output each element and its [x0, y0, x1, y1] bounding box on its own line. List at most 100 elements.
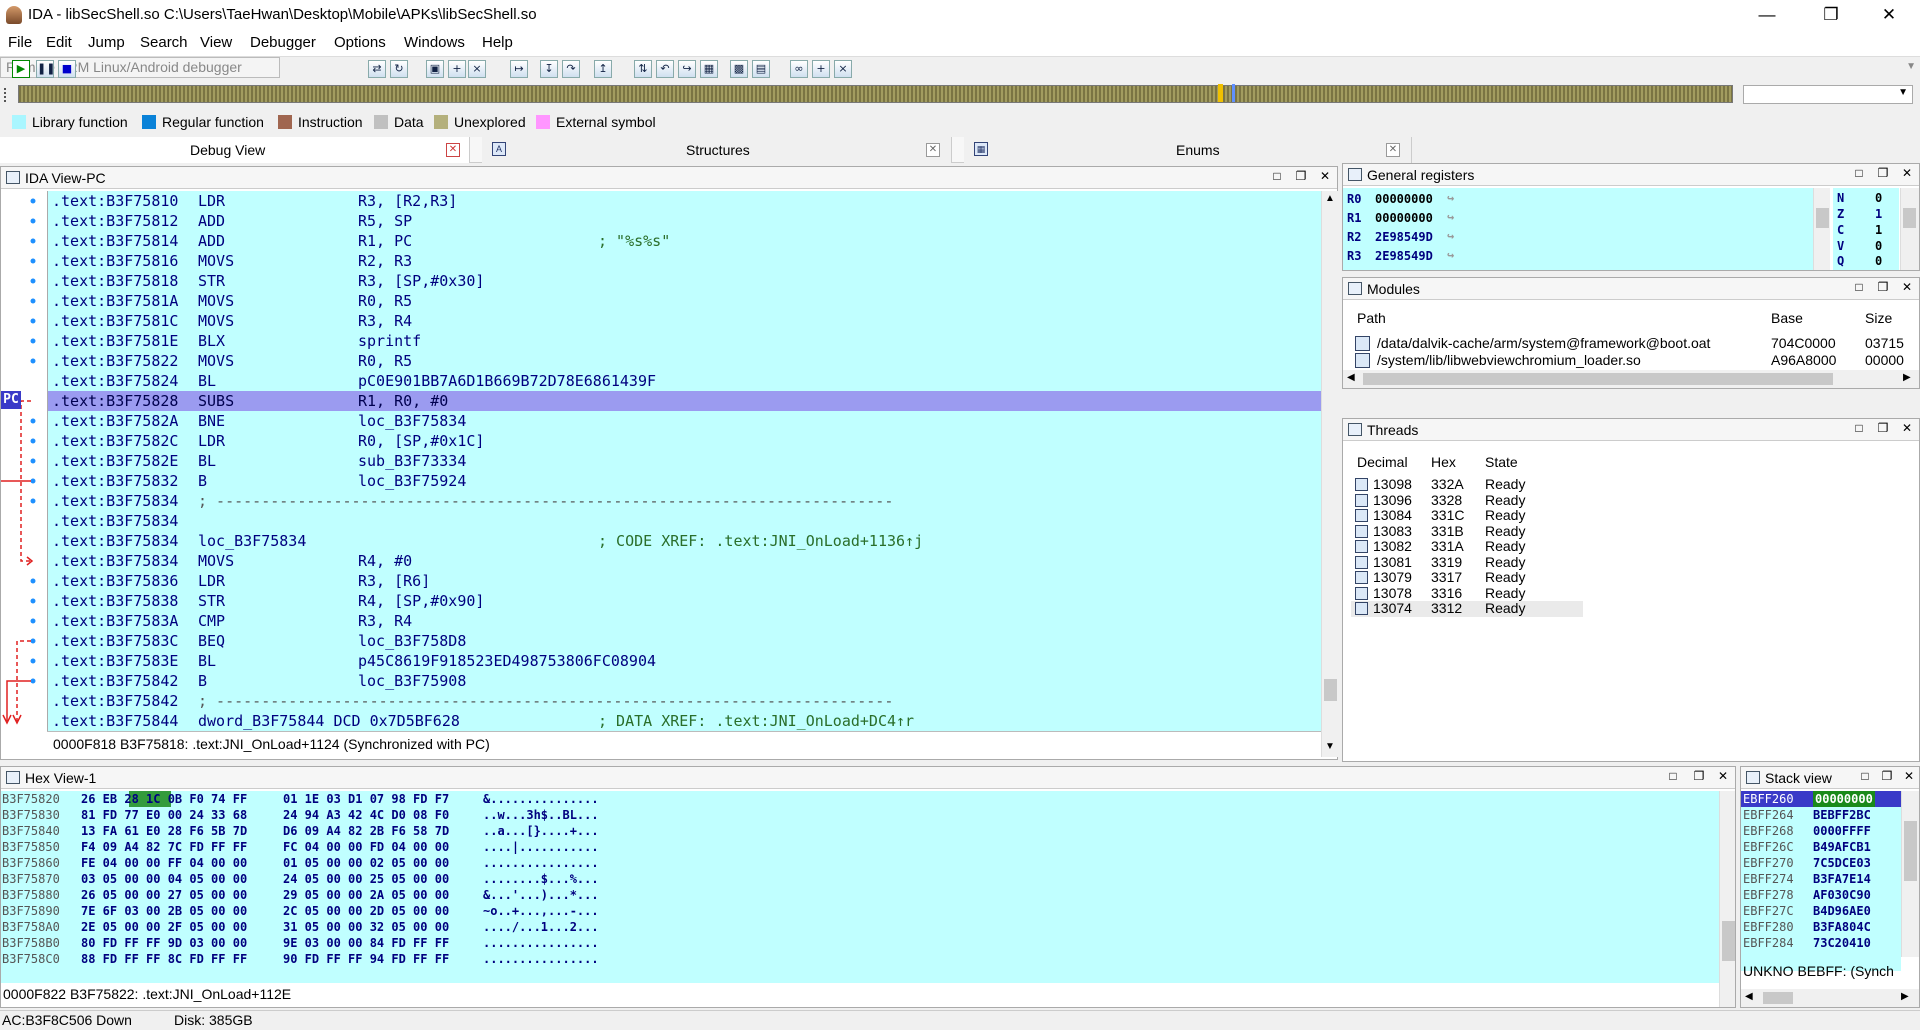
code-line[interactable]: .text:B3F75822 MOVS R0, R5 — [48, 351, 1321, 371]
restore-button[interactable]: ❐ — [1808, 0, 1854, 30]
menu-debugger[interactable]: Debugger — [250, 34, 316, 51]
close-pane-icon[interactable]: ✕ — [1901, 769, 1917, 783]
close-pane-icon[interactable]: ✕ — [1715, 769, 1731, 783]
stack-row[interactable]: EBFF278 AF030C90 — [1741, 887, 1901, 903]
flag-c-value[interactable]: 1 — [1875, 223, 1882, 237]
thread-row[interactable]: 13074 3312 Ready — [1351, 600, 1583, 617]
column-header-base[interactable]: Base — [1771, 310, 1803, 326]
close-pane-icon[interactable]: ✕ — [1899, 166, 1915, 180]
code-line[interactable]: .text:B3F75818 STR R3, [SP,#0x30] — [48, 271, 1321, 291]
menu-jump[interactable]: Jump — [88, 34, 125, 51]
flag-v-value[interactable]: 0 — [1875, 239, 1882, 253]
code-line[interactable]: .text:B3F75834 ; ------------------------… — [48, 491, 1321, 511]
step-over-icon[interactable]: ↷ — [562, 60, 580, 78]
module-path[interactable]: /system/lib/libwebviewchromium_loader.so — [1377, 352, 1641, 368]
code-line[interactable]: .text:B3F75832 Bloc_B3F75924 — [48, 471, 1321, 491]
scroll-thumb[interactable] — [1816, 208, 1829, 228]
stack-row[interactable]: EBFF268 0000FFFF — [1741, 823, 1901, 839]
stack-row[interactable]: EBFF260 00000000 — [1741, 791, 1901, 807]
breakpoint-list-icon[interactable]: ▣ — [426, 60, 444, 78]
code-line[interactable]: .text:B3F7581A MOVS R0, R5 — [48, 291, 1321, 311]
minimize-button[interactable]: — — [1744, 0, 1790, 30]
reg-r0-value[interactable]: 00000000 — [1375, 192, 1433, 206]
scroll-thumb[interactable] — [1904, 821, 1917, 881]
tracing-options-icon[interactable]: ∞ — [790, 60, 808, 78]
code-line[interactable]: .text:B3F75824 BL pC0E901BB7A6D1B669B72D78… — [48, 371, 1321, 391]
code-line[interactable]: .text:B3F7583A CMP R3, R4 — [48, 611, 1321, 631]
tab-structures[interactable]: A Structures ✕ — [482, 137, 952, 163]
scroll-down-icon[interactable]: ▼ — [1325, 741, 1335, 752]
column-header-state[interactable]: State — [1485, 454, 1518, 470]
run-to-cursor-icon[interactable]: ↦ — [510, 60, 528, 78]
menu-view[interactable]: View — [200, 34, 232, 51]
stack-list[interactable]: EBFF260 00000000 EBFF264 BEBFF2BC EBFF268 000… — [1741, 791, 1901, 971]
menu-help[interactable]: Help — [482, 34, 513, 51]
code-line[interactable]: .text:B3F7583C BEQ loc_B3F758D8 — [48, 631, 1321, 651]
jump-icon[interactable]: ↪ — [1447, 210, 1454, 224]
hex-row[interactable]: B3F75870 03 05 00 00 04 05 00 00 24 05 00 … — [1, 871, 1719, 887]
scroll-thumb[interactable] — [1363, 373, 1833, 385]
ida-view-scrollbar[interactable]: ▲ ▼ — [1321, 191, 1338, 757]
scroll-left-icon[interactable]: ◀ — [1347, 372, 1355, 383]
debugger-options-icon[interactable]: ⇄ — [368, 60, 386, 78]
step-into-icon[interactable]: ↧ — [540, 60, 558, 78]
maximize-pane-icon[interactable]: □ — [1851, 421, 1867, 435]
navigation-strip[interactable] — [18, 85, 1733, 103]
code-line[interactable]: .text:B3F75814 ADD R1, PC ; "%s%s" — [48, 231, 1321, 251]
menu-windows[interactable]: Windows — [404, 34, 465, 51]
flag-q-value[interactable]: 0 — [1875, 254, 1882, 268]
hex-row[interactable]: B3F75820 26 EB 28 1C 0B F0 74 FF 01 1E 03 … — [1, 791, 1719, 807]
view-modules-icon[interactable]: ▩ — [730, 60, 748, 78]
stack-row[interactable]: EBFF284 73C20410 — [1741, 935, 1901, 951]
step-out-icon[interactable]: ↥ — [594, 60, 612, 78]
code-line[interactable]: .text:B3F75834 — [48, 511, 1321, 531]
column-header-size[interactable]: Size — [1865, 310, 1892, 326]
disassembly-listing[interactable]: .text:B3F75810 LDR R3, [R2,R3] .text:B3F758… — [47, 191, 1321, 731]
jump-icon[interactable]: ↪ — [1447, 191, 1454, 205]
reg-r1-value[interactable]: 00000000 — [1375, 211, 1433, 225]
maximize-pane-icon[interactable]: □ — [1851, 166, 1867, 180]
stack-hscrollbar[interactable]: ◀ ▶ — [1741, 989, 1919, 1007]
start-process-icon[interactable]: ▶ — [12, 60, 30, 78]
tab-debug-view[interactable]: Debug View ✕ — [0, 137, 470, 163]
hex-row[interactable]: B3F75830 81 FD 77 E0 00 24 33 68 24 94 A3 … — [1, 807, 1719, 823]
stack-row[interactable]: EBFF280 B3FA804C — [1741, 919, 1901, 935]
menu-file[interactable]: File — [8, 34, 32, 51]
scroll-thumb[interactable] — [1903, 208, 1916, 228]
stack-row[interactable]: EBFF27C B4D96AE0 — [1741, 903, 1901, 919]
stack-row[interactable]: EBFF270 7C5DCE03 — [1741, 855, 1901, 871]
hex-row[interactable]: B3F75850 F4 09 A4 82 7C FD FF FF FC 04 00 … — [1, 839, 1719, 855]
step-back-icon[interactable]: ↶ — [656, 60, 674, 78]
tab-enums[interactable]: ▦ Enums ✕ — [964, 137, 1412, 163]
code-line[interactable]: .text:B3F75836 LDR R3, [R6] — [48, 571, 1321, 591]
hex-row[interactable]: B3F75840 13 FA 61 E0 28 F6 5B 7D D6 09 A4 … — [1, 823, 1719, 839]
jump-to-pc-icon[interactable]: ↪ — [678, 60, 696, 78]
flag-n-value[interactable]: 0 — [1875, 191, 1882, 205]
add-trace-icon[interactable]: + — [812, 60, 830, 78]
maximize-pane-icon[interactable]: □ — [1269, 169, 1285, 183]
close-pane-icon[interactable]: ✕ — [1899, 280, 1915, 294]
code-line[interactable]: .text:B3F7582E BL sub_B3F73334 — [48, 451, 1321, 471]
code-line[interactable]: .text:B3F75844 dword_B3F75844 DCD 0x7D5BF… — [48, 711, 1321, 731]
flags-scrollbar[interactable] — [1900, 188, 1919, 270]
current-instruction-row[interactable]: .text:B3F75828 SUBS R1, R0, #0 — [48, 391, 1321, 411]
navigation-select[interactable]: ▼ — [1743, 85, 1913, 104]
code-line[interactable]: .text:B3F75816 MOVS R2, R3 — [48, 251, 1321, 271]
column-header-path[interactable]: Path — [1357, 310, 1386, 326]
stack-row[interactable]: EBFF274 B3FA7E14 — [1741, 871, 1901, 887]
stop-icon[interactable]: ■ — [58, 60, 76, 78]
hex-row[interactable]: B3F75880 26 05 00 00 27 05 00 00 29 05 00 … — [1, 887, 1719, 903]
jump-icon[interactable]: ↪ — [1447, 229, 1454, 243]
hex-row[interactable]: B3F758A0 2E 05 00 00 2F 05 00 00 31 05 00 … — [1, 919, 1719, 935]
code-line[interactable]: .text:B3F7582C LDR R0, [SP,#0x1C] — [48, 431, 1321, 451]
code-line[interactable]: .text:B3F75842 Bloc_B3F75908 — [48, 671, 1321, 691]
float-pane-icon[interactable]: ❐ — [1879, 769, 1895, 783]
scroll-left-icon[interactable]: ◀ — [1745, 991, 1753, 1002]
hex-dump[interactable]: B3F75820 26 EB 28 1C 0B F0 74 FF 01 1E 03 … — [1, 791, 1719, 983]
code-line[interactable]: .text:B3F75812 ADD R5, SP — [48, 211, 1321, 231]
attach-process-icon[interactable]: ↻ — [390, 60, 408, 78]
stack-row[interactable]: EBFF26C B49AFCB1 — [1741, 839, 1901, 855]
hex-row[interactable]: B3F758C0 88 FD FF FF 8C FD FF FF 90 FD FF … — [1, 951, 1719, 967]
add-breakpoint-icon[interactable]: + — [448, 60, 466, 78]
view-registers-icon[interactable]: ▦ — [700, 60, 718, 78]
